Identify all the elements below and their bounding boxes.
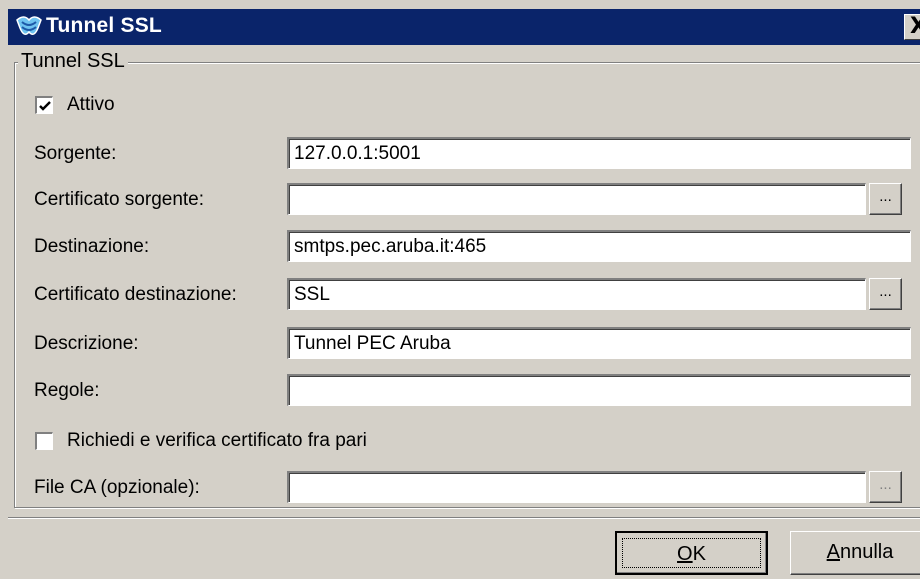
source-cert-browse-button[interactable]: ... [869, 183, 902, 215]
dest-cert-input[interactable]: SSL [287, 278, 866, 310]
dest-cert-label: Certificato destinazione: [34, 284, 237, 305]
destination-input[interactable]: smtps.pec.aruba.it:465 [287, 230, 911, 262]
ca-file-label: File CA (opzionale): [34, 477, 200, 498]
ok-accel: O [677, 543, 693, 565]
active-checkbox[interactable] [35, 96, 53, 114]
rules-label: Regole: [34, 380, 100, 401]
dialog-window: Tunnel SSL X Tunnel SSL Attivo Sorgente:… [0, 0, 920, 579]
button-bar-separator [8, 517, 920, 519]
ok-button[interactable]: OK [615, 531, 768, 575]
cancel-accel: A [826, 541, 840, 563]
close-button[interactable]: X [904, 14, 920, 40]
window-title: Tunnel SSL [46, 14, 162, 37]
ca-file-browse-button[interactable]: ... [869, 471, 902, 503]
group-title: Tunnel SSL [18, 50, 128, 73]
source-input[interactable]: 127.0.0.1:5001 [287, 137, 911, 169]
cancel-label-rest: nnulla [839, 541, 894, 563]
ok-focus-rect: OK [622, 538, 761, 568]
description-input[interactable]: Tunnel PEC Aruba [287, 327, 911, 359]
dest-cert-browse-button[interactable]: ... [869, 278, 902, 310]
peer-verify-label: Richiedi e verifica certificato fra pari [67, 430, 367, 451]
ca-file-input[interactable] [287, 471, 866, 503]
title-bar[interactable]: Tunnel SSL X [8, 9, 920, 45]
peer-verify-checkbox[interactable] [35, 432, 53, 450]
cancel-button[interactable]: Annulla [790, 531, 920, 575]
source-label: Sorgente: [34, 143, 117, 164]
close-icon: X [910, 14, 920, 39]
destination-label: Destinazione: [34, 236, 150, 257]
tunnel-app-icon [16, 16, 42, 35]
checkmark-icon [39, 101, 51, 111]
active-label: Attivo [67, 94, 115, 115]
source-cert-label: Certificato sorgente: [34, 189, 205, 210]
source-cert-input[interactable] [287, 183, 866, 215]
rules-input[interactable] [287, 374, 911, 406]
ok-label-rest: K [692, 543, 706, 565]
description-label: Descrizione: [34, 333, 139, 354]
